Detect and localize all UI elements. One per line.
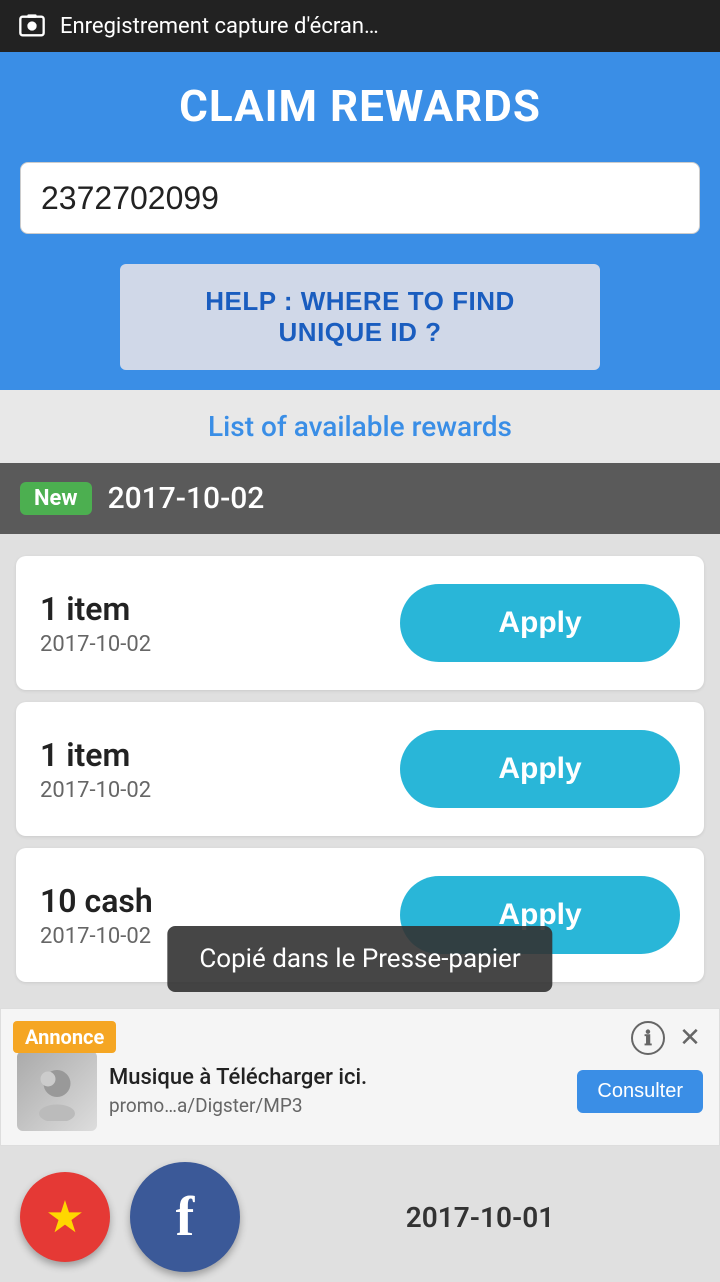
ad-title: Musique à Télécharger ici. [109, 1065, 565, 1090]
status-bar-text: Enregistrement capture d'écran… [60, 14, 379, 39]
screenshot-icon [16, 10, 48, 42]
reward-info-2: 1 item 2017-10-02 [40, 736, 151, 803]
help-section: HELP : WHERE TO FIND UNIQUE ID ? [0, 254, 720, 390]
status-bar: Enregistrement capture d'écran… [0, 0, 720, 52]
reward-date-2: 2017-10-02 [40, 778, 151, 803]
ad-subtitle: promo…a/Digster/MP3 [109, 1094, 565, 1117]
reward-title-2: 1 item [40, 736, 151, 774]
ad-thumbnail [17, 1051, 97, 1131]
star-icon: ★ [45, 1191, 84, 1243]
header: CLAIM REWARDS [0, 52, 720, 152]
rewards-list-link[interactable]: List of available rewards [208, 410, 512, 443]
ad-close-icons: ℹ ✕ [631, 1021, 707, 1055]
unique-id-input[interactable] [20, 162, 700, 234]
new-badge: New [20, 482, 92, 515]
bottom-date: 2017-10-01 [260, 1201, 700, 1234]
fab-facebook-button[interactable]: f [130, 1162, 240, 1272]
reward-info-3: 10 cash 2017-10-02 [40, 882, 153, 949]
ad-consult-button[interactable]: Consulter [577, 1070, 703, 1113]
facebook-icon: f [176, 1185, 195, 1249]
reward-info-1: 1 item 2017-10-02 [40, 590, 151, 657]
ad-content: Musique à Télécharger ici. promo…a/Digst… [109, 1065, 565, 1117]
fab-star-button[interactable]: ★ [20, 1172, 110, 1262]
input-section [0, 152, 720, 254]
date-header: New 2017-10-02 [0, 463, 720, 534]
help-button[interactable]: HELP : WHERE TO FIND UNIQUE ID ? [120, 264, 600, 370]
apply-button-1[interactable]: Apply [400, 584, 680, 662]
apply-button-2[interactable]: Apply [400, 730, 680, 808]
ad-label: Annonce [13, 1021, 116, 1053]
reward-card-1: 1 item 2017-10-02 Apply [16, 556, 704, 690]
rewards-list-section: List of available rewards [0, 390, 720, 463]
ad-close-icon[interactable]: ✕ [673, 1021, 707, 1055]
reward-card-2: 1 item 2017-10-02 Apply [16, 702, 704, 836]
reward-date-1: 2017-10-02 [40, 632, 151, 657]
reward-date-3: 2017-10-02 [40, 924, 153, 949]
reward-title-1: 1 item [40, 590, 151, 628]
ad-info-icon[interactable]: ℹ [631, 1021, 665, 1055]
reward-title-3: 10 cash [40, 882, 153, 920]
date-header-text: 2017-10-02 [108, 481, 265, 516]
page-title: CLAIM REWARDS [20, 80, 700, 132]
fab-area: ★ f 2017-10-01 [0, 1146, 720, 1282]
ad-banner: Annonce ℹ ✕ Musique à Télécharger ici. p… [0, 1008, 720, 1146]
clipboard-toast: Copié dans le Presse-papier [167, 926, 552, 992]
